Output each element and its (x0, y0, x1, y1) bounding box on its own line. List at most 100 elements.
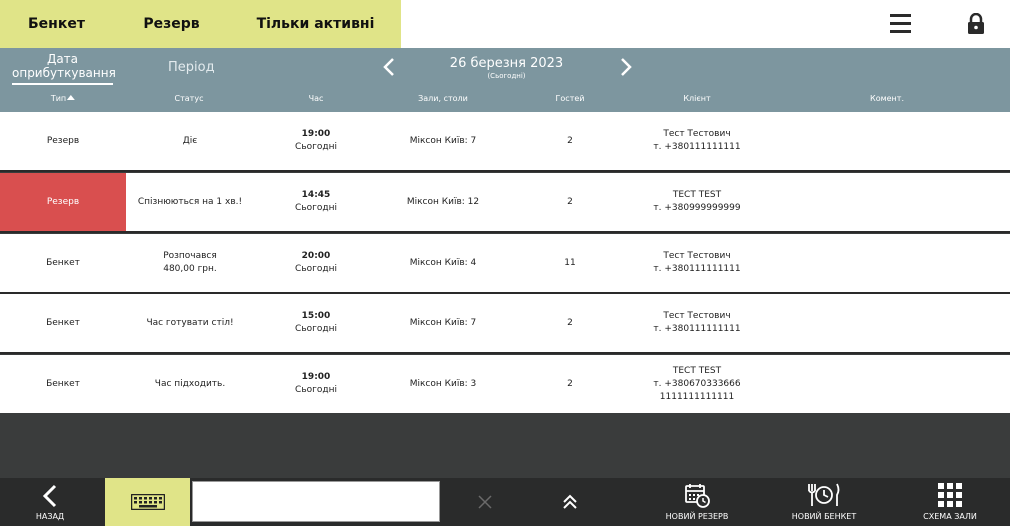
time-value: 15:00 (301, 311, 331, 321)
top-bar: Бенкет Резерв Тільки активні (0, 0, 1010, 48)
status-value: Діє (182, 135, 198, 146)
type-cell: Бенкет (0, 234, 126, 292)
type-value: Резерв (46, 196, 80, 207)
halls-value: Міксон Київ: 12 (406, 196, 480, 207)
client-value: TECT TEST (672, 365, 722, 376)
filter-reserve[interactable]: Резерв (113, 0, 230, 48)
filter-only-active[interactable]: Тільки активні (230, 0, 401, 48)
new-reserve-label: НОВИЙ РЕЗЕРВ (665, 512, 729, 521)
filter-banquet[interactable]: Бенкет (0, 0, 113, 48)
status-cell: Діє (126, 112, 254, 170)
status-value: Спізнюються на 1 хв.! (137, 196, 243, 207)
halls-value: Міксон Київ: 7 (409, 317, 477, 328)
status-value: 480,00 грн. (163, 264, 217, 274)
client-cell: Тест Тестович т. +380111111111 (612, 234, 782, 292)
time-cell: 14:45 Сьогодні (256, 173, 376, 231)
table-row[interactable]: Резерв Спізнюються на 1 хв.! 14:45 Сьогодні… (0, 173, 1010, 231)
halls-value: Міксон Київ: 3 (409, 378, 477, 389)
sort-asc-icon (67, 95, 76, 100)
tab-period[interactable]: Період (168, 60, 215, 75)
column-type-label: Тип (50, 94, 67, 103)
table-row[interactable]: Бенкет Час готувати стіл! 15:00 Сьогодні Мік… (0, 294, 1010, 352)
guests-value: 2 (567, 317, 573, 328)
row-divider (0, 170, 1010, 172)
time-value: 19:00 (301, 129, 331, 139)
menu-icon[interactable] (890, 14, 911, 34)
status-value: Розпочався (163, 251, 217, 261)
guests-value: 2 (567, 135, 573, 146)
grid-icon (938, 483, 962, 507)
table-row[interactable]: Бенкет Розпочався 480,00 грн. 20:00 Сьогодні… (0, 234, 1010, 292)
chevron-right-icon[interactable] (617, 56, 635, 78)
halls-value: Міксон Київ: 4 (409, 257, 477, 268)
keyboard-icon (130, 494, 165, 510)
client-value: TECT TEST (672, 190, 722, 200)
client-value: т. +380670333666 (653, 378, 741, 389)
type-cell: Бенкет (0, 355, 126, 413)
column-time[interactable]: Час (309, 94, 324, 103)
bottom-bar: НАЗАД НОВИЙ РЕЗЕРВ НОВИЙ БЕНКЕТ СХЕМА ЗА… (0, 478, 1010, 526)
client-cell: TECT TEST т. +380670333666 1111111111111 (612, 355, 782, 413)
day-value: Сьогодні (295, 385, 337, 395)
client-value: т. +380111111111 (653, 324, 741, 334)
plate-cutlery-icon (808, 483, 840, 506)
row-divider (0, 352, 1010, 354)
filter-group: Бенкет Резерв Тільки активні (0, 0, 401, 48)
search-input[interactable] (192, 481, 440, 522)
time-cell: 15:00 Сьогодні (256, 294, 376, 352)
halls-cell: Міксон Київ: 3 (376, 355, 510, 413)
halls-value: Міксон Київ: 7 (409, 135, 477, 146)
type-value: Резерв (46, 135, 80, 146)
new-banquet-button[interactable]: НОВИЙ БЕНКЕТ (788, 480, 860, 521)
arrow-left-icon (42, 484, 57, 508)
guests-value: 2 (567, 196, 573, 207)
column-halls[interactable]: Зали, столи (418, 94, 468, 103)
halls-cell: Міксон Київ: 7 (376, 112, 510, 170)
app: Бенкет Резерв Тільки активні Дата оприбу… (0, 0, 1010, 526)
day-value: Сьогодні (295, 203, 337, 213)
guests-value: 2 (567, 378, 573, 389)
status-cell: Час підходить. (126, 355, 254, 413)
client-value: т. +380999999999 (653, 203, 741, 213)
clear-icon[interactable] (476, 493, 494, 511)
column-comment[interactable]: Комент. (870, 94, 904, 103)
halls-cell: Міксон Київ: 12 (376, 173, 510, 231)
status-cell: Розпочався 480,00 грн. (126, 234, 254, 292)
keyboard-button[interactable] (105, 478, 190, 526)
hall-scheme-button[interactable]: СХЕМА ЗАЛИ (918, 480, 982, 521)
double-chevron-up-icon[interactable] (560, 492, 580, 512)
client-value: Тест Тестович (663, 129, 731, 139)
lock-icon[interactable] (967, 12, 985, 35)
time-value: 14:45 (301, 190, 331, 200)
guests-value: 11 (564, 257, 576, 268)
table-row[interactable]: Резерв Діє 19:00 Сьогодні Міксон Київ: 7 2 Тес… (0, 112, 1010, 170)
type-cell: Резерв (0, 173, 126, 231)
client-value: 1111111111111 (659, 391, 735, 402)
back-button[interactable]: НАЗАД (30, 480, 70, 524)
status-value: Час підходить. (154, 378, 226, 389)
column-client[interactable]: Клієнт (683, 94, 710, 103)
table-row[interactable]: Бенкет Час підходить. 19:00 Сьогодні Міксон … (0, 355, 1010, 413)
time-value: 19:00 (301, 372, 331, 382)
column-headers: Тип Статус Час Зали, столи Гостей Клієнт… (0, 92, 1010, 106)
client-cell: Тест Тестович т. +380111111111 (612, 294, 782, 352)
day-value: Сьогодні (295, 324, 337, 334)
hall-scheme-label: СХЕМА ЗАЛИ (923, 512, 977, 521)
day-value: Сьогодні (295, 264, 337, 274)
tab-date-of-posting[interactable]: Дата оприбуткування (12, 52, 116, 85)
day-value: Сьогодні (295, 142, 337, 152)
back-label: НАЗАД (35, 512, 65, 521)
column-type[interactable]: Тип (50, 94, 76, 103)
status-value: Час готувати стіл! (146, 317, 234, 328)
column-guests[interactable]: Гостей (556, 94, 585, 103)
new-reserve-button[interactable]: НОВИЙ РЕЗЕРВ (660, 480, 734, 521)
client-value: Тест Тестович (663, 251, 731, 261)
row-divider (0, 231, 1010, 233)
current-date: 26 березня 2023 (449, 56, 564, 71)
time-cell: 19:00 Сьогодні (256, 112, 376, 170)
chevron-left-icon[interactable] (380, 56, 398, 78)
halls-cell: Міксон Київ: 4 (376, 234, 510, 292)
client-value: т. +380111111111 (653, 142, 741, 152)
column-status[interactable]: Статус (175, 94, 204, 103)
current-date-sub: (Сьогодні) (487, 72, 526, 80)
